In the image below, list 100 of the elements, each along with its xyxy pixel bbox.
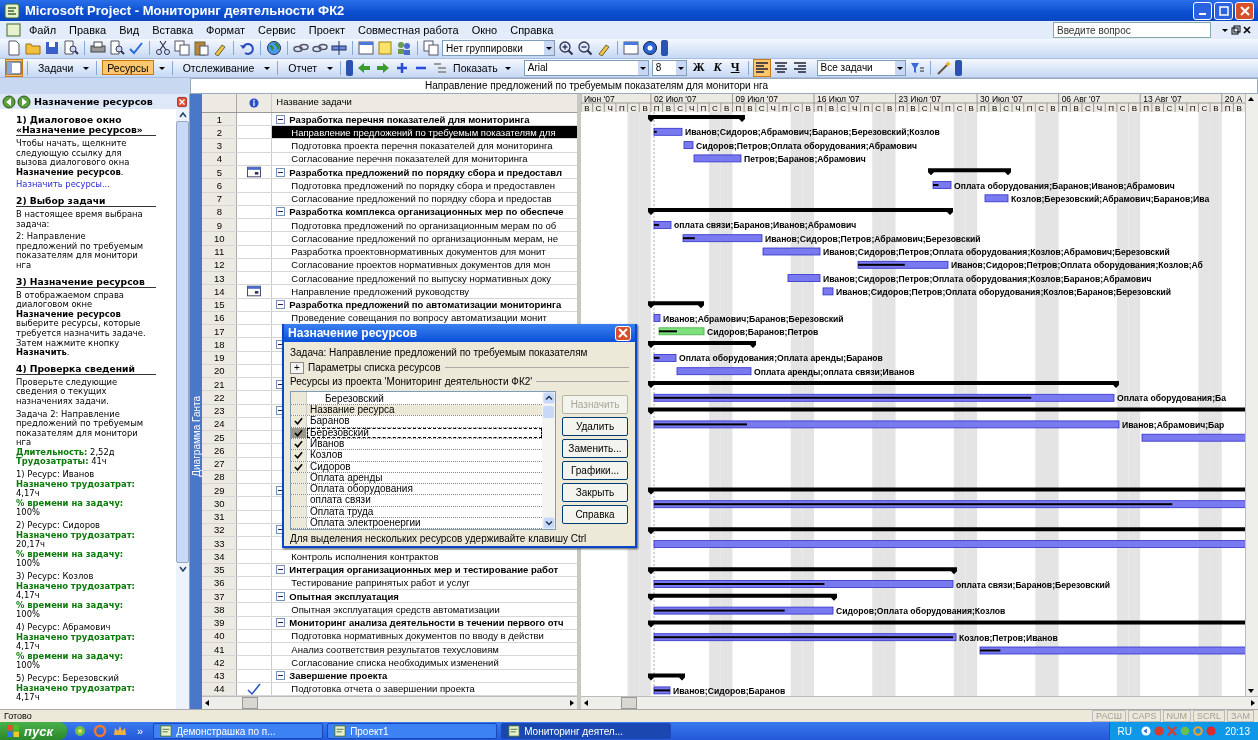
scrollbar[interactable]	[176, 109, 190, 710]
assigned-checkbox[interactable]	[291, 427, 307, 438]
close-button[interactable]	[1235, 1, 1254, 20]
scroll-thumb[interactable]	[176, 121, 190, 564]
globe-icon[interactable]	[266, 40, 282, 57]
summary-bar[interactable]	[648, 301, 704, 309]
taskbar-button[interactable]: Мониторинг деятел...	[501, 723, 672, 740]
dialog-button[interactable]: Графики...	[562, 461, 628, 481]
people-icon[interactable]	[396, 40, 412, 57]
expand-button[interactable]: +	[290, 361, 304, 374]
summary-bar[interactable]	[648, 593, 837, 601]
menu-item[interactable]: Вставка	[146, 24, 199, 37]
row-number[interactable]: 26	[202, 444, 238, 457]
resource-name[interactable]: Оплата электроенергии	[307, 518, 542, 529]
row-number[interactable]: 33	[202, 537, 238, 550]
row-number[interactable]: 29	[202, 484, 238, 497]
align-right-icon[interactable]	[791, 59, 808, 76]
dialog-button[interactable]: Заменить...	[562, 439, 628, 459]
copy-picture-icon[interactable]	[423, 40, 439, 57]
assigned-checkbox[interactable]	[291, 461, 307, 472]
row-number[interactable]: 14	[202, 285, 238, 298]
assigned-checkbox[interactable]	[291, 484, 307, 495]
menu-item[interactable]: Правка	[63, 24, 113, 37]
assign-resources-link[interactable]: Назначить ресурсы...	[16, 179, 110, 190]
spellcheck-icon[interactable]	[128, 40, 144, 57]
scroll-thumb[interactable]	[242, 697, 259, 710]
assigned-checkbox[interactable]	[291, 416, 307, 427]
paste-icon[interactable]	[193, 40, 209, 57]
summary-bar[interactable]	[648, 567, 957, 575]
dialog-button[interactable]: Удалить	[562, 417, 628, 437]
task-bar[interactable]	[653, 606, 834, 615]
assigned-checkbox[interactable]	[291, 506, 307, 517]
window-icon[interactable]	[623, 40, 639, 57]
collapse-icon[interactable]	[276, 618, 286, 628]
summary-bar[interactable]	[648, 407, 1245, 415]
scroll-thumb[interactable]	[543, 406, 554, 419]
task-bar[interactable]	[653, 393, 1115, 402]
search-document-icon[interactable]	[63, 40, 79, 57]
help-search-field[interactable]: Введите вопрос	[1053, 22, 1211, 39]
toolbar-options-icon[interactable]	[954, 59, 962, 76]
help-icon[interactable]	[642, 40, 658, 57]
folder-icon[interactable]	[25, 40, 41, 57]
resource-name[interactable]: Баранов	[307, 416, 542, 427]
row-number[interactable]: 3	[202, 139, 238, 152]
scrollbar[interactable]	[542, 392, 555, 530]
maximize-button[interactable]	[1214, 1, 1233, 20]
row-number[interactable]: 22	[202, 391, 238, 404]
guide-tab[interactable]: Задачи	[33, 60, 79, 76]
dialog-button[interactable]: Закрыть	[562, 483, 628, 503]
summary-bar[interactable]	[648, 620, 1245, 628]
resource-edit-field[interactable]: Березовский	[307, 392, 542, 405]
menu-item[interactable]: Справка	[504, 24, 560, 37]
scroll-up-icon[interactable]	[542, 392, 555, 405]
column-header[interactable]: Название задачи	[276, 96, 352, 108]
taskbar-button[interactable]: Проект1	[327, 723, 498, 740]
task-bar[interactable]	[653, 354, 677, 362]
collapse-icon[interactable]	[276, 207, 286, 217]
scrollbar[interactable]	[202, 696, 577, 710]
summary-bar[interactable]	[648, 208, 953, 216]
guide-tab[interactable]: Ресурсы	[102, 60, 154, 76]
print-preview-icon[interactable]	[109, 40, 125, 57]
menu-item[interactable]: Файл	[23, 24, 63, 37]
row-number[interactable]: 10	[202, 232, 238, 245]
align-center-icon[interactable]	[772, 59, 789, 76]
flower-icon[interactable]	[73, 724, 87, 739]
menu-item[interactable]: Сервис	[252, 24, 302, 37]
row-number[interactable]: 9	[202, 219, 238, 232]
show-button[interactable]: Показать	[451, 61, 500, 74]
row-number[interactable]: 18	[202, 338, 238, 351]
new-document-icon[interactable]	[6, 40, 22, 57]
taskbar-button[interactable]: Демонстрашка по п...	[153, 723, 324, 740]
task-bar[interactable]	[653, 420, 1120, 429]
collapse-icon[interactable]	[276, 114, 286, 124]
row-number[interactable]: 25	[202, 431, 238, 444]
grouping-dropdown[interactable]: Нет группировки	[442, 40, 555, 57]
forward-icon[interactable]	[17, 94, 31, 109]
task-bar[interactable]	[653, 221, 672, 229]
close-button[interactable]	[615, 325, 631, 341]
assigned-checkbox[interactable]	[291, 472, 307, 484]
summary-bar[interactable]	[648, 381, 1119, 388]
italic-button[interactable]: К	[710, 60, 725, 76]
task-bar[interactable]	[857, 260, 949, 269]
wand-icon[interactable]	[935, 59, 952, 76]
resource-name[interactable]: оплата связи	[307, 495, 542, 506]
row-number[interactable]: 30	[202, 497, 238, 510]
task-bar[interactable]	[653, 686, 671, 695]
resource-name[interactable]: Сидоров	[307, 461, 542, 472]
summary-bar[interactable]	[648, 115, 745, 122]
close-icon[interactable]	[177, 95, 188, 108]
align-left-icon[interactable]	[753, 59, 770, 76]
resource-name[interactable]: Козлов	[307, 450, 542, 461]
copy-icon[interactable]	[174, 40, 190, 57]
summary-bar[interactable]	[648, 527, 1245, 535]
collapse-icon[interactable]	[276, 167, 286, 177]
row-number[interactable]: 6	[202, 179, 238, 192]
task-bar[interactable]	[653, 633, 957, 642]
collapse-icon[interactable]	[276, 565, 286, 575]
resource-name[interactable]: Оплата аренды	[307, 472, 542, 484]
scissors-icon[interactable]	[155, 40, 171, 57]
marked-task-bar[interactable]	[658, 327, 705, 336]
